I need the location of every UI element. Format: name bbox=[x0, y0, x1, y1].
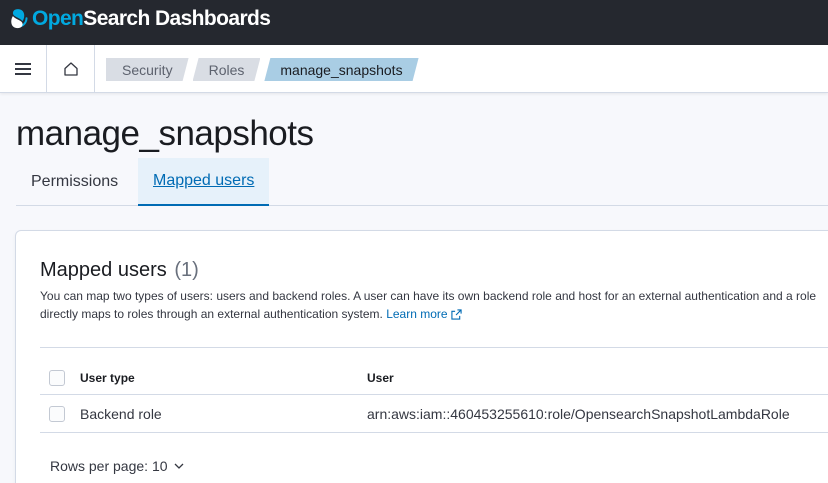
rows-per-page-button[interactable]: Rows per page: 10 bbox=[50, 458, 184, 474]
column-header-user[interactable]: User bbox=[367, 371, 394, 385]
breadcrumb-roles[interactable]: Roles bbox=[193, 58, 261, 81]
learn-more-link[interactable]: Learn more bbox=[386, 307, 462, 321]
rows-per-page-label: Rows per page: 10 bbox=[50, 458, 168, 474]
panel-title-text: Mapped users bbox=[40, 259, 167, 281]
breadcrumb-nav-bar: Security Roles manage_snapshots bbox=[0, 45, 828, 93]
header-bar: OpenSearch Dashboards bbox=[0, 0, 828, 45]
mapped-users-panel: Mapped users (1) You can map two types o… bbox=[15, 230, 828, 483]
user-cell: arn:aws:iam::460453255610:role/Opensearc… bbox=[367, 406, 790, 422]
select-all-checkbox[interactable] bbox=[49, 370, 65, 386]
opensearch-logo-icon bbox=[11, 9, 28, 29]
external-link-icon bbox=[450, 309, 462, 320]
column-header-user-type[interactable]: User type bbox=[80, 371, 135, 385]
menu-icon bbox=[15, 63, 31, 75]
home-icon bbox=[63, 62, 78, 76]
opensearch-logo[interactable]: OpenSearch Dashboards bbox=[9, 7, 271, 30]
mapped-users-count: (1) bbox=[174, 259, 199, 281]
panel-description: You can map two types of users: users an… bbox=[40, 287, 828, 323]
breadcrumb: Security Roles manage_snapshots bbox=[106, 58, 423, 81]
breadcrumb-security[interactable]: Security bbox=[106, 58, 189, 81]
row-checkbox[interactable] bbox=[49, 406, 65, 422]
tab-bar: Permissions Mapped users bbox=[16, 158, 828, 206]
breadcrumb-current: manage_snapshots bbox=[264, 58, 418, 81]
tab-mapped-users[interactable]: Mapped users bbox=[138, 158, 270, 206]
logo-text: OpenSearch Dashboards bbox=[32, 7, 271, 30]
page-title: manage_snapshots bbox=[16, 114, 314, 153]
chevron-down-icon bbox=[174, 463, 183, 469]
table-row: Backend role arn:aws:iam::460453255610:r… bbox=[40, 395, 828, 433]
tab-permissions[interactable]: Permissions bbox=[16, 158, 133, 206]
home-button[interactable] bbox=[47, 45, 95, 93]
menu-button[interactable] bbox=[0, 45, 47, 93]
mapped-users-table: User type User Backend role arn:aws:iam:… bbox=[40, 347, 828, 433]
table-header-row: User type User bbox=[40, 347, 828, 395]
panel-title: Mapped users (1) bbox=[40, 259, 199, 282]
learn-more-label: Learn more bbox=[386, 307, 448, 321]
user-type-cell: Backend role bbox=[80, 406, 162, 422]
